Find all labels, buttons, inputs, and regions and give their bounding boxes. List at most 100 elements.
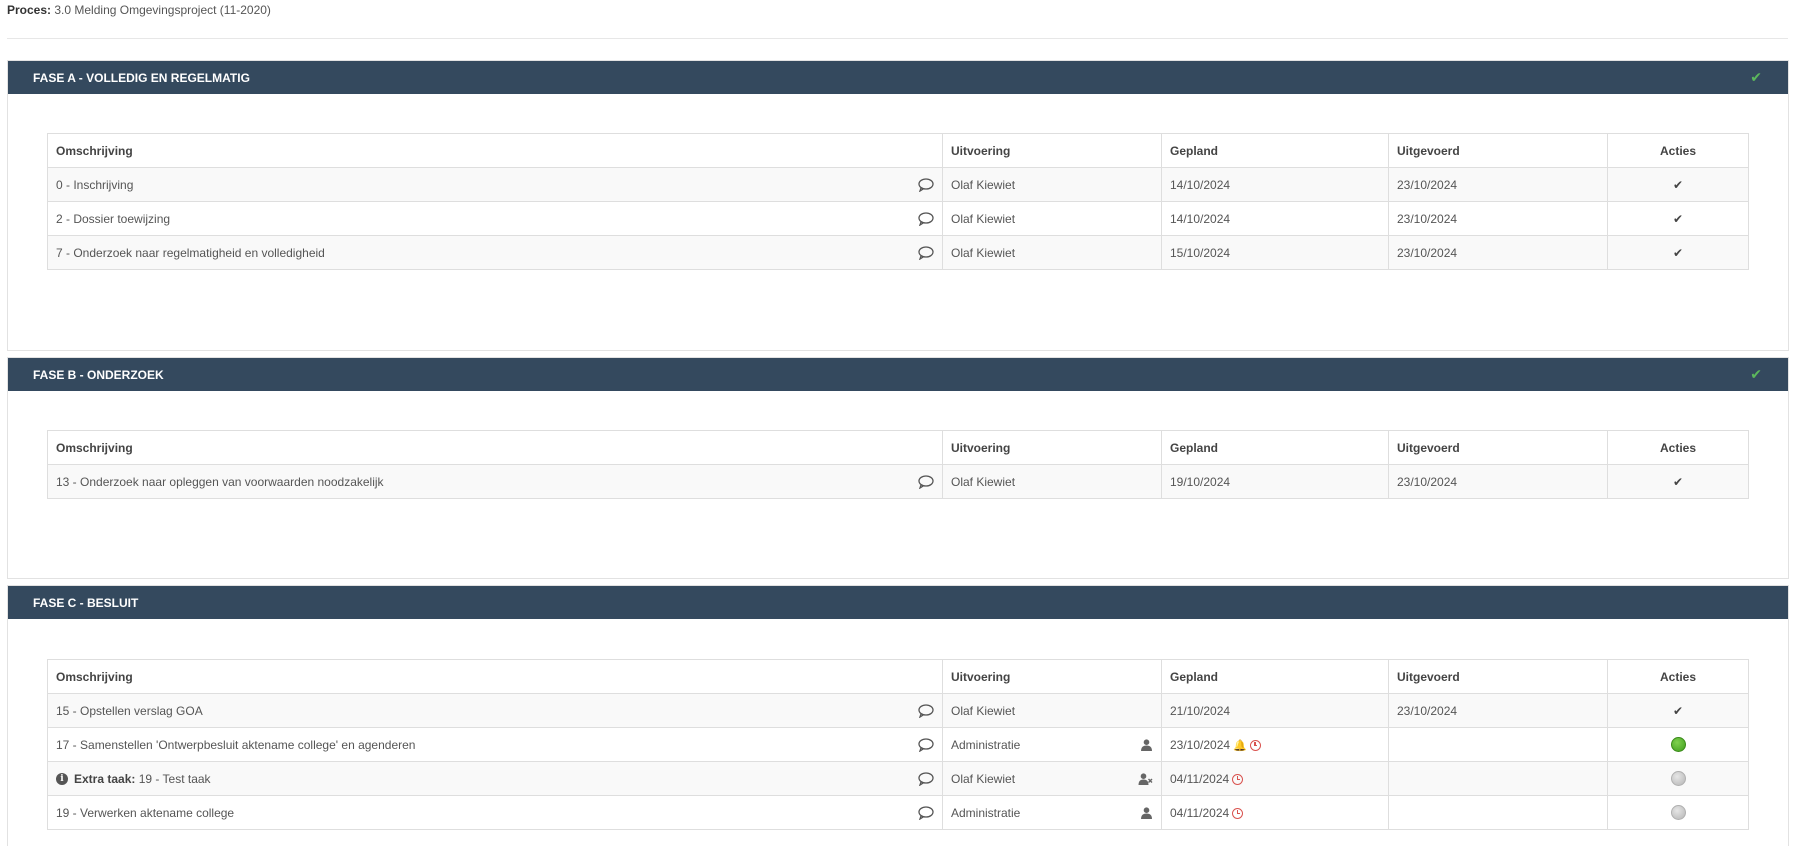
phase-c-title: FASE C - BESLUIT — [33, 595, 139, 610]
task-executor: Olaf Kiewiet — [942, 693, 1162, 728]
phase-c-task-table: Omschrijving Uitvoering Gepland Uitgevoe… — [47, 659, 1749, 830]
column-header-planned[interactable]: Gepland — [1161, 430, 1389, 465]
task-planned-date: 19/10/2024 — [1161, 464, 1389, 499]
table-row[interactable]: 0 - Inschrijving Olaf Kiewiet 14/10/2024… — [47, 167, 1749, 202]
column-header-executor[interactable]: Uitvoering — [942, 659, 1162, 694]
clock-icon — [1232, 773, 1244, 785]
user-icon[interactable] — [1140, 738, 1153, 751]
phase-a-task-table: Omschrijving Uitvoering Gepland Uitgevoe… — [47, 133, 1749, 270]
phase-b-title: FASE B - ONDERZOEK — [33, 367, 164, 382]
task-executor: Olaf Kiewiet — [942, 235, 1162, 270]
column-header-executed[interactable]: Uitgevoerd — [1388, 659, 1608, 694]
column-header-executor[interactable]: Uitvoering — [942, 430, 1162, 465]
task-description[interactable]: 15 - Opstellen verslag GOA — [56, 704, 203, 718]
table-header-row: Omschrijving Uitvoering Gepland Uitgevoe… — [47, 659, 1749, 694]
task-executed-date: 23/10/2024 — [1388, 693, 1608, 728]
column-header-planned[interactable]: Gepland — [1161, 133, 1389, 168]
phase-b-task-table: Omschrijving Uitvoering Gepland Uitgevoe… — [47, 430, 1749, 499]
phase-c-header[interactable]: FASE C - BESLUIT — [8, 586, 1788, 619]
task-executed-date: 23/10/2024 — [1388, 201, 1608, 236]
phase-a-panel: FASE A - VOLLEDIG EN REGELMATIG ✔ Omschr… — [7, 60, 1789, 351]
done-check-icon: ✔ — [1672, 211, 1684, 226]
process-label: Proces: — [7, 3, 52, 17]
task-executor: Olaf Kiewiet — [942, 167, 1162, 202]
task-description[interactable]: 17 - Samenstellen 'Ontwerpbesluit aktena… — [56, 738, 415, 752]
process-line: Proces: 3.0 Melding Omgevingsproject (11… — [7, 2, 271, 18]
task-executed-date — [1388, 761, 1608, 796]
task-planned-date: 14/10/2024 — [1161, 201, 1389, 236]
task-executed-date: 23/10/2024 — [1388, 167, 1608, 202]
column-header-actions: Acties — [1607, 659, 1749, 694]
task-description[interactable]: 19 - Test taak — [139, 772, 211, 786]
task-executor: Olaf Kiewiet — [942, 464, 1162, 499]
task-description[interactable]: 7 - Onderzoek naar regelmatigheid en vol… — [56, 246, 325, 260]
table-row[interactable]: i Extra taak: 19 - Test taak Olaf Kiewiet… — [47, 761, 1749, 796]
status-green-indicator[interactable] — [1670, 737, 1686, 753]
comment-icon[interactable] — [918, 703, 934, 718]
comment-icon[interactable] — [918, 177, 934, 192]
comment-icon[interactable] — [918, 771, 934, 786]
task-description[interactable]: 0 - Inschrijving — [56, 178, 133, 192]
done-check-icon: ✔ — [1672, 703, 1684, 718]
table-row[interactable]: 15 - Opstellen verslag GOA Olaf Kiewiet … — [47, 693, 1749, 728]
extra-task-label: Extra taak: — [74, 771, 136, 786]
comment-icon[interactable] — [918, 737, 934, 752]
info-icon: i — [56, 773, 68, 786]
task-planned-date: 04/11/2024 — [1170, 805, 1230, 820]
column-header-description[interactable]: Omschrijving — [47, 133, 943, 168]
bell-icon: 🔔 — [1233, 739, 1247, 752]
task-planned-date: 21/10/2024 — [1161, 693, 1389, 728]
phase-complete-check-icon: ✔ — [1750, 366, 1762, 382]
task-executor: Olaf Kiewiet — [942, 201, 1162, 236]
user-icon[interactable] — [1140, 806, 1153, 819]
column-header-actions: Acties — [1607, 133, 1749, 168]
phase-b-panel: FASE B - ONDERZOEK ✔ Omschrijving Uitvoe… — [7, 357, 1789, 579]
done-check-icon: ✔ — [1672, 474, 1684, 489]
table-row[interactable]: 7 - Onderzoek naar regelmatigheid en vol… — [47, 235, 1749, 270]
task-executed-date — [1388, 727, 1608, 762]
done-check-icon: ✔ — [1672, 245, 1684, 260]
column-header-executor[interactable]: Uitvoering — [942, 133, 1162, 168]
table-header-row: Omschrijving Uitvoering Gepland Uitgevoe… — [47, 430, 1749, 465]
status-gray-indicator[interactable] — [1670, 805, 1686, 821]
column-header-actions: Acties — [1607, 430, 1749, 465]
task-description[interactable]: 19 - Verwerken aktename college — [56, 806, 234, 820]
phase-a-header[interactable]: FASE A - VOLLEDIG EN REGELMATIG ✔ — [8, 61, 1788, 94]
column-header-executed[interactable]: Uitgevoerd — [1388, 430, 1608, 465]
phase-complete-check-icon: ✔ — [1750, 69, 1762, 85]
task-executor: Administratie — [951, 737, 1021, 752]
column-header-executed[interactable]: Uitgevoerd — [1388, 133, 1608, 168]
comment-icon[interactable] — [918, 474, 934, 489]
task-planned-date: 23/10/2024 — [1170, 737, 1231, 752]
comment-icon[interactable] — [918, 805, 934, 820]
task-planned-date: 04/11/2024 — [1170, 771, 1230, 786]
done-check-icon: ✔ — [1672, 177, 1684, 192]
task-executor: Administratie — [951, 805, 1021, 820]
user-remove-icon[interactable] — [1138, 772, 1153, 785]
task-planned-date: 14/10/2024 — [1161, 167, 1389, 202]
table-row[interactable]: 13 - Onderzoek naar opleggen van voorwaa… — [47, 464, 1749, 499]
table-row[interactable]: 2 - Dossier toewijzing Olaf Kiewiet 14/1… — [47, 201, 1749, 236]
comment-icon[interactable] — [918, 245, 934, 260]
phase-c-panel: FASE C - BESLUIT Omschrijving Uitvoering… — [7, 585, 1789, 846]
table-row[interactable]: 17 - Samenstellen 'Ontwerpbesluit aktena… — [47, 727, 1749, 762]
process-value: 3.0 Melding Omgevingsproject (11-2020) — [54, 3, 271, 17]
phase-a-title: FASE A - VOLLEDIG EN REGELMATIG — [33, 70, 250, 85]
task-executed-date — [1388, 795, 1608, 830]
comment-icon[interactable] — [918, 211, 934, 226]
clock-icon — [1249, 739, 1261, 751]
table-row[interactable]: 19 - Verwerken aktename college Administ… — [47, 795, 1749, 830]
column-header-planned[interactable]: Gepland — [1161, 659, 1389, 694]
task-description[interactable]: 2 - Dossier toewijzing — [56, 212, 170, 226]
table-header-row: Omschrijving Uitvoering Gepland Uitgevoe… — [47, 133, 1749, 168]
task-description[interactable]: 13 - Onderzoek naar opleggen van voorwaa… — [56, 475, 384, 489]
column-header-description[interactable]: Omschrijving — [47, 430, 943, 465]
column-header-description[interactable]: Omschrijving — [47, 659, 943, 694]
task-executed-date: 23/10/2024 — [1388, 235, 1608, 270]
task-executed-date: 23/10/2024 — [1388, 464, 1608, 499]
task-planned-date: 15/10/2024 — [1161, 235, 1389, 270]
divider — [7, 38, 1788, 39]
clock-icon — [1232, 807, 1244, 819]
phase-b-header[interactable]: FASE B - ONDERZOEK ✔ — [8, 358, 1788, 391]
status-gray-indicator[interactable] — [1670, 771, 1686, 787]
